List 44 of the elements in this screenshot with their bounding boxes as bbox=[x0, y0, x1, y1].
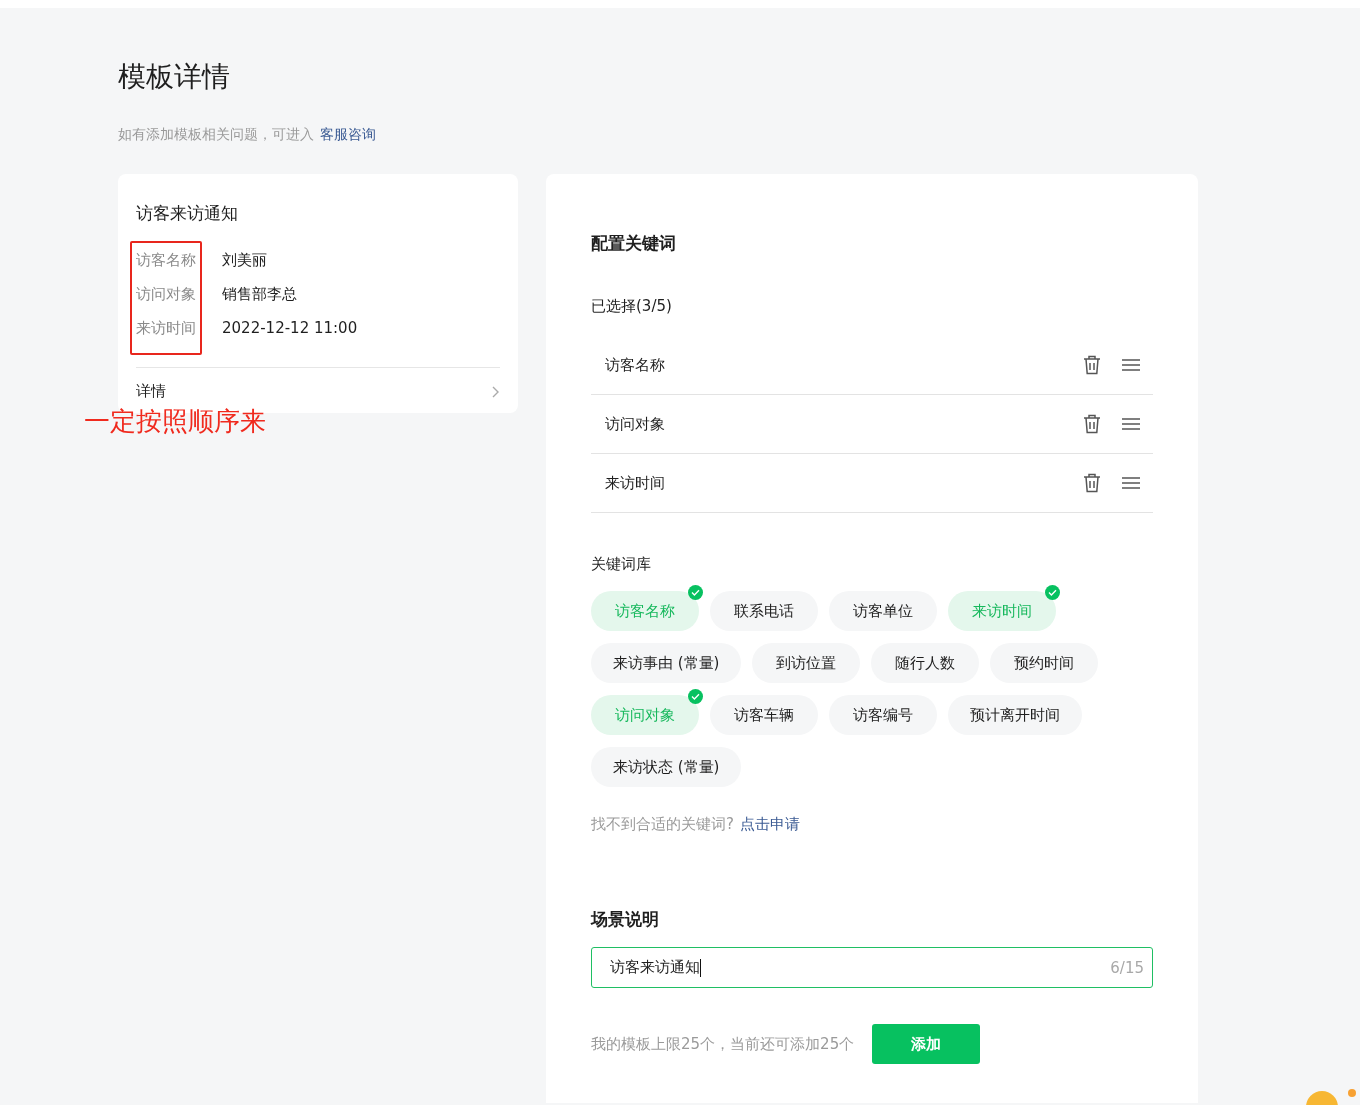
keyword-chip[interactable]: 访客单位 bbox=[829, 591, 937, 631]
chevron-right-icon bbox=[492, 385, 500, 398]
drag-handle-icon[interactable] bbox=[1121, 417, 1141, 431]
keyword-chip[interactable]: 来访事由 (常量) bbox=[591, 643, 742, 683]
page-title: 模板详情 bbox=[118, 59, 231, 95]
selected-keyword: 访问对象 bbox=[605, 414, 666, 434]
missing-hint: 找不到合适的关键词? bbox=[591, 815, 734, 834]
hint-text: 如有添加模板相关问题，可进入 bbox=[118, 126, 314, 144]
keyword-chip[interactable]: 预约时间 bbox=[990, 643, 1099, 683]
trash-icon[interactable] bbox=[1083, 355, 1101, 375]
drag-handle-icon[interactable] bbox=[1121, 358, 1141, 372]
field-value: 刘美丽 bbox=[222, 250, 268, 271]
apply-link[interactable]: 点击申请 bbox=[739, 815, 800, 834]
field-label: 访客名称 bbox=[136, 250, 196, 271]
limit-text: 我的模板上限25个，当前还可添加25个 bbox=[591, 1034, 855, 1054]
check-icon bbox=[688, 689, 703, 704]
selected-keyword: 来访时间 bbox=[605, 473, 666, 493]
keyword-chip[interactable]: 访客车辆 bbox=[710, 695, 818, 735]
support-link[interactable]: 客服咨询 bbox=[320, 126, 376, 144]
details-link[interactable]: 详情 bbox=[136, 382, 166, 401]
keyword-chip[interactable]: 预计离开时间 bbox=[948, 695, 1082, 735]
field-value: 销售部李总 bbox=[222, 284, 298, 305]
field-label: 访问对象 bbox=[136, 284, 196, 305]
annotation-text: 一定按照顺序来 bbox=[84, 405, 266, 438]
section-title: 配置关键词 bbox=[591, 232, 677, 255]
trash-icon[interactable] bbox=[1083, 473, 1101, 493]
library-title: 关键词库 bbox=[591, 555, 652, 574]
keyword-chip[interactable]: 来访状态 (常量) bbox=[591, 747, 742, 787]
selected-count: 已选择(3/5) bbox=[591, 297, 673, 316]
card-title: 访客来访通知 bbox=[136, 202, 239, 225]
field-label: 来访时间 bbox=[136, 318, 196, 339]
check-icon bbox=[1045, 585, 1060, 600]
check-icon bbox=[688, 585, 703, 600]
char-count: 6/15 bbox=[1110, 958, 1144, 977]
field-value: 2022-12-12 11:00 bbox=[222, 318, 358, 339]
scene-input-field[interactable]: 访客来访通知 6/15 bbox=[591, 947, 1153, 988]
keyword-chip[interactable]: 到访位置 bbox=[752, 643, 861, 683]
trash-icon[interactable] bbox=[1083, 414, 1101, 434]
section-title: 场景说明 bbox=[591, 908, 660, 931]
selected-keyword: 访客名称 bbox=[605, 355, 666, 375]
keyword-chip[interactable]: 随行人数 bbox=[871, 643, 980, 683]
keyword-chip[interactable]: 访客编号 bbox=[829, 695, 937, 735]
keyword-chip[interactable]: 联系电话 bbox=[710, 591, 818, 631]
drag-handle-icon[interactable] bbox=[1121, 476, 1141, 490]
